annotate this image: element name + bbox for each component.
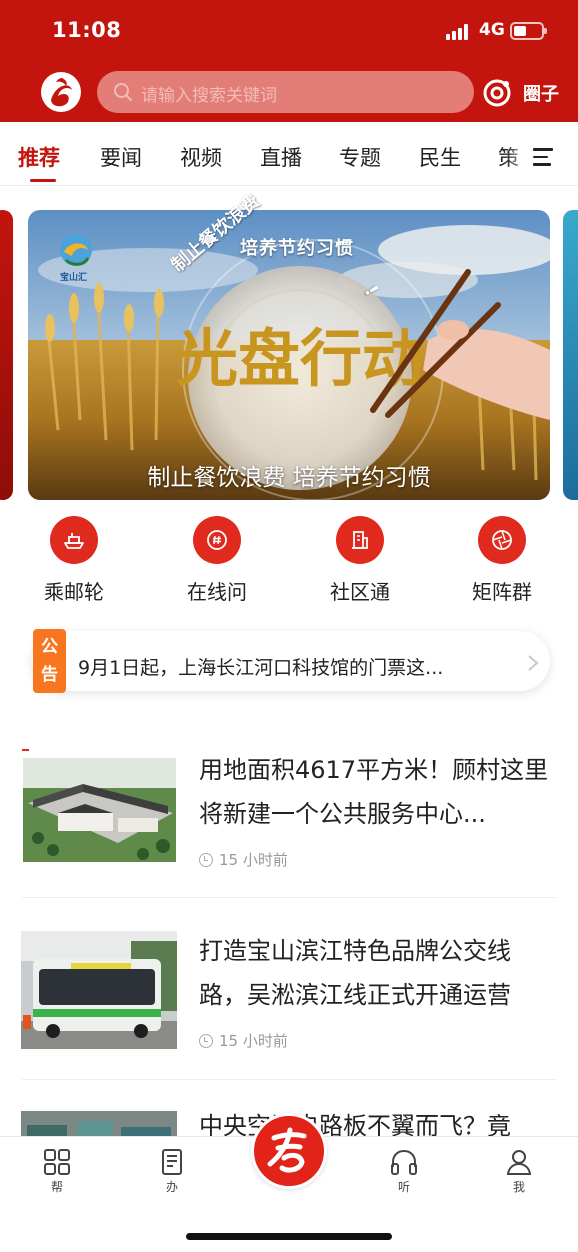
news-title[interactable]: 打造宝山滨江特色品牌公交线路，吴淞滨江线正式开通运营 bbox=[199, 929, 551, 1017]
tab-live[interactable]: 直播 bbox=[260, 142, 302, 172]
clock-icon bbox=[199, 853, 213, 867]
list-divider bbox=[22, 1079, 556, 1080]
signal-icon bbox=[446, 24, 472, 40]
news-time: 15 小时前 bbox=[219, 851, 288, 869]
channel-menu-icon[interactable] bbox=[533, 148, 553, 166]
notice-text[interactable]: 9月1日起，上海长江河口科技馆的门票这... bbox=[78, 653, 508, 680]
top-bar: 11:08 4G 请输入搜索关键词 圈子 bbox=[0, 0, 578, 122]
news-thumbnail bbox=[23, 758, 176, 862]
nav-watch-button[interactable] bbox=[251, 1113, 327, 1189]
tab-recommend[interactable]: 推荐 bbox=[18, 142, 60, 172]
news-meta: 15 小时前 bbox=[199, 1030, 288, 1051]
quick-entry-label: 社区通 bbox=[330, 580, 390, 604]
clock-icon bbox=[199, 1034, 213, 1048]
search-input[interactable]: 请输入搜索关键词 bbox=[97, 71, 474, 113]
search-placeholder: 请输入搜索关键词 bbox=[141, 86, 277, 106]
quick-entry-label: 乘邮轮 bbox=[44, 580, 104, 604]
tab-video[interactable]: 视频 bbox=[180, 142, 222, 172]
tab-fade bbox=[505, 122, 535, 184]
circle-community-button[interactable]: 圈子 bbox=[523, 80, 559, 106]
news-title[interactable]: 用地面积4617平方米！顾村这里将新建一个公共服务中心... bbox=[199, 748, 551, 836]
tab-topics[interactable]: 专题 bbox=[339, 142, 381, 172]
hashtag-chat-icon bbox=[207, 530, 227, 550]
book-icon bbox=[162, 1149, 182, 1175]
active-tab-indicator bbox=[30, 179, 56, 182]
nav-help[interactable]: 帮 bbox=[27, 1147, 87, 1195]
notice-badge: 公告 bbox=[33, 629, 66, 693]
quick-entry-online-ask[interactable]: 在线问 bbox=[167, 516, 267, 605]
tab-headlines[interactable]: 要闻 bbox=[100, 142, 142, 172]
nav-label: 我 bbox=[512, 1180, 525, 1194]
news-thumbnail bbox=[21, 931, 177, 1049]
app-screen: 11:08 4G 请输入搜索关键词 圈子 推荐 要闻 视频 直播 专题 民生 光… bbox=[0, 0, 578, 1252]
user-icon bbox=[506, 1150, 532, 1175]
headphones-icon bbox=[391, 1149, 417, 1175]
ship-icon bbox=[64, 533, 84, 549]
quick-entry-community[interactable]: 社区通 bbox=[310, 516, 410, 605]
news-meta: 15 小时前 bbox=[199, 849, 288, 870]
chevron-right-icon[interactable] bbox=[526, 654, 540, 672]
app-logo-icon[interactable] bbox=[38, 70, 84, 114]
carousel-next-slide[interactable] bbox=[563, 210, 578, 500]
grid-icon bbox=[44, 1149, 70, 1175]
search-icon bbox=[114, 83, 132, 101]
tab-livelihood[interactable]: 民生 bbox=[419, 142, 461, 172]
bus-image bbox=[21, 931, 177, 1049]
banner-brand: 宝山汇 bbox=[60, 273, 88, 283]
quick-entry-label: 矩阵群 bbox=[472, 580, 532, 604]
nav-label: 听 bbox=[397, 1180, 410, 1194]
list-divider bbox=[22, 897, 556, 898]
quick-entry-matrix[interactable]: 矩阵群 bbox=[452, 516, 552, 605]
section-marker bbox=[22, 749, 29, 751]
quick-entry-cruise[interactable]: 乘邮轮 bbox=[24, 516, 124, 605]
home-indicator[interactable] bbox=[186, 1233, 392, 1240]
circle-community-icon[interactable] bbox=[482, 78, 512, 108]
banner-caption: 制止餐饮浪费 培养节约习惯 bbox=[147, 465, 431, 491]
quick-entry-label: 在线问 bbox=[187, 580, 247, 604]
status-time: 11:08 bbox=[52, 18, 122, 42]
nav-label: 办 bbox=[165, 1180, 178, 1194]
banner-arc-top: 培养节约习惯 bbox=[240, 238, 354, 259]
nav-service[interactable]: 办 bbox=[142, 1147, 202, 1195]
channel-tabs: 推荐 要闻 视频 直播 专题 民生 策 bbox=[0, 122, 578, 186]
building-icon bbox=[352, 531, 368, 549]
network-type: 4G bbox=[479, 20, 505, 40]
nav-listen[interactable]: 听 bbox=[374, 1147, 434, 1195]
building-rendering-image bbox=[23, 758, 176, 862]
battery-icon bbox=[510, 22, 547, 40]
kan-logo-icon bbox=[267, 1127, 307, 1173]
nav-me[interactable]: 我 bbox=[489, 1147, 549, 1195]
carousel-prev-slide[interactable] bbox=[0, 210, 13, 500]
news-time: 15 小时前 bbox=[219, 1032, 288, 1050]
aperture-icon bbox=[492, 530, 512, 550]
banner-headline: 光盘行动 bbox=[176, 322, 424, 395]
nav-label: 帮 bbox=[50, 1180, 63, 1194]
